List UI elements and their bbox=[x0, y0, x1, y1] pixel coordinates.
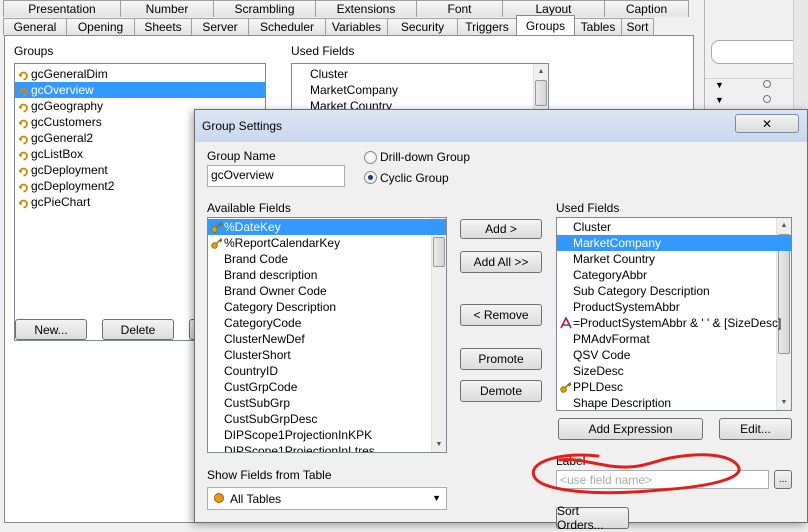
annotation-scribble bbox=[531, 453, 741, 495]
tab-groups[interactable]: Groups bbox=[516, 15, 575, 35]
